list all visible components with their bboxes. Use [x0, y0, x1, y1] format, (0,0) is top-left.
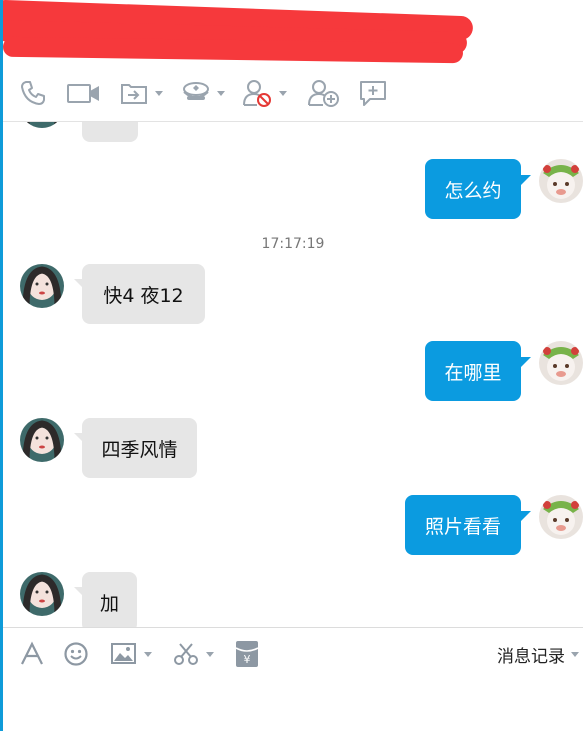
phone-icon — [21, 81, 45, 105]
message-timestamp: 17:17:19 — [261, 236, 325, 252]
scissors-icon — [174, 643, 198, 665]
chevron-down-icon — [279, 90, 287, 96]
message-bubble-outgoing[interactable]: 在哪里 — [425, 341, 521, 401]
message-text: 在哪里 — [444, 361, 502, 384]
red-packet-icon: ¥ — [235, 641, 259, 667]
self-avatar[interactable] — [539, 159, 583, 203]
message-bubble-incoming[interactable]: 加 — [82, 572, 137, 627]
bubble-tail — [521, 357, 531, 367]
self-avatar[interactable] — [539, 341, 583, 385]
badge-icon — [183, 82, 209, 100]
contact-avatar[interactable] — [20, 572, 64, 616]
image-icon — [111, 643, 136, 664]
video-icon — [67, 84, 99, 103]
contact-avatar[interactable] — [20, 418, 64, 462]
image-button[interactable] — [110, 638, 152, 670]
contact-avatar[interactable] — [20, 122, 64, 128]
chevron-down-icon — [217, 90, 225, 96]
message-input[interactable] — [3, 680, 583, 731]
add-user-icon — [308, 80, 339, 107]
voice-call-button[interactable] — [19, 76, 47, 110]
bubble-tail — [521, 511, 531, 521]
contact-avatar[interactable] — [20, 264, 64, 308]
chat-header — [3, 0, 583, 70]
message-bubble-outgoing[interactable]: 照片看看 — [405, 495, 521, 555]
emoji-button[interactable] — [63, 638, 89, 670]
share-screen-button[interactable] — [119, 76, 163, 110]
chevron-down-icon — [206, 651, 214, 657]
chevron-down-icon — [571, 652, 579, 657]
message-text: 照片看看 — [424, 515, 501, 538]
emoji-icon — [64, 642, 88, 666]
share-screen-icon — [121, 84, 147, 104]
message-text: 加 — [99, 592, 119, 615]
svg-text:¥: ¥ — [244, 653, 251, 666]
message-bubble-outgoing[interactable]: 怎么约 — [425, 159, 521, 219]
add-user-button[interactable] — [306, 76, 340, 110]
new-chat-button[interactable] — [358, 76, 388, 110]
message-list[interactable]: 怎么约 17:17:19 快4 夜12 在哪里 四季风情 照片看看 加 — [3, 122, 583, 627]
screenshot-button[interactable] — [172, 638, 214, 670]
message-text: 怎么约 — [444, 179, 502, 202]
font-button[interactable] — [19, 638, 45, 670]
red-packet-button[interactable]: ¥ — [235, 638, 259, 670]
font-icon — [21, 641, 43, 665]
input-toolbar: ¥ 消息记录 — [3, 628, 583, 678]
chevron-down-icon — [155, 90, 163, 96]
message-bubble-incoming[interactable] — [82, 122, 138, 142]
message-history-label: 消息记录 — [497, 647, 565, 667]
group-badge-button[interactable] — [181, 76, 225, 110]
message-text: 四季风情 — [101, 438, 178, 461]
message-text: 快4 夜12 — [103, 284, 184, 307]
video-call-button[interactable] — [66, 76, 102, 110]
new-chat-icon — [360, 81, 386, 106]
block-user-button[interactable] — [241, 76, 287, 110]
bubble-tail — [521, 175, 531, 185]
block-user-icon — [243, 80, 271, 107]
chat-toolbar — [3, 70, 583, 120]
chevron-down-icon — [144, 651, 152, 657]
self-avatar[interactable] — [539, 495, 583, 539]
message-bubble-incoming[interactable]: 快4 夜12 — [82, 264, 205, 324]
message-history-button[interactable]: 消息记录 — [497, 642, 579, 667]
message-bubble-incoming[interactable]: 四季风情 — [82, 418, 197, 478]
